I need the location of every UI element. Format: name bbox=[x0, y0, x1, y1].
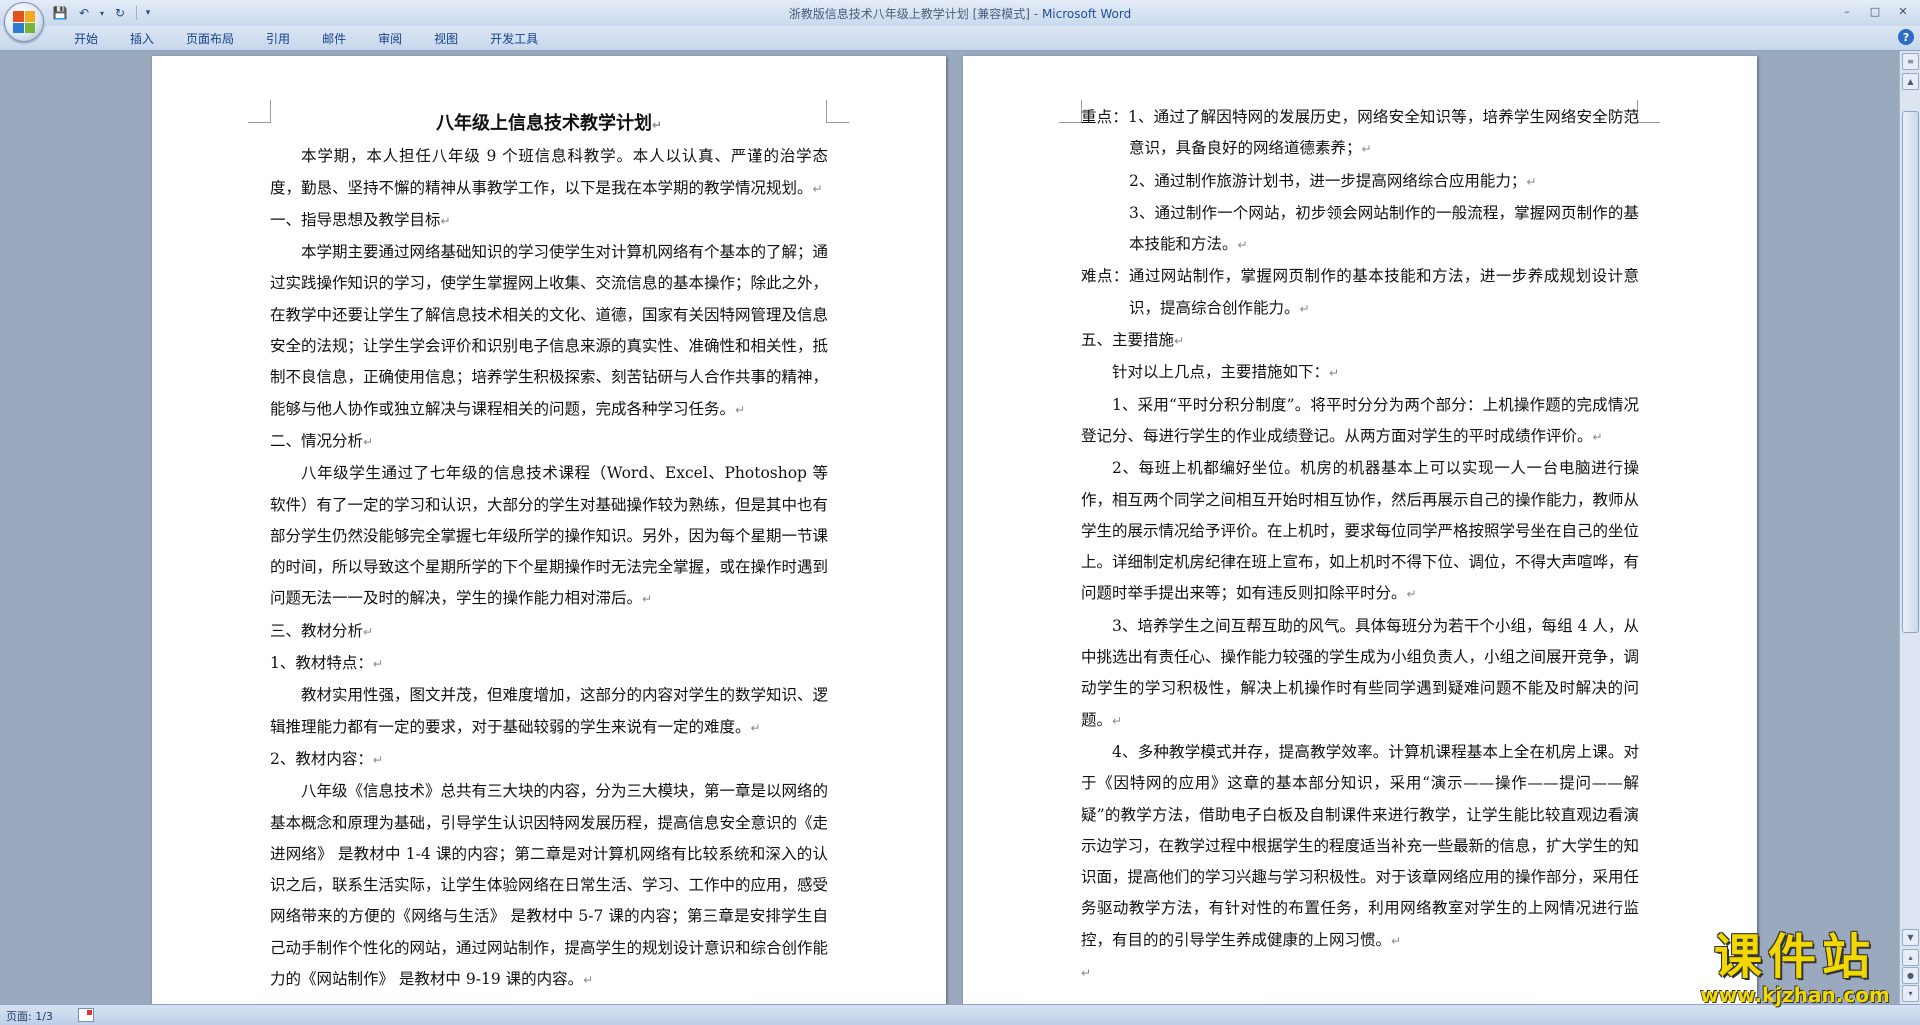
ruler-toggle-icon[interactable]: ≡ bbox=[1902, 53, 1919, 70]
tab-review[interactable]: 审阅 bbox=[362, 29, 418, 50]
ribbon-tabs: 开始 插入 页面布局 引用 邮件 审阅 视图 开发工具 bbox=[58, 29, 554, 50]
page-2[interactable]: 重点：1、通过了解因特网的发展历史，网络安全知识等，培养学生网络安全防范意识，具… bbox=[963, 56, 1757, 1005]
section-3-2-paragraph: 八年级《信息技术》总共有三大块的内容，分为三大模块，第一章是以网络的基本概念和原… bbox=[270, 782, 829, 989]
help-icon[interactable]: ? bbox=[1898, 29, 1914, 45]
intro-paragraph: 本学期，本人担任八年级 9 个班信息科教学。本人以认真、严谨的治学态度，勤恳、坚… bbox=[270, 147, 828, 197]
measures-intro: 针对以上几点，主要措施如下：↵ bbox=[1112, 363, 1340, 382]
crop-mark-top-left bbox=[1059, 100, 1082, 123]
difficulty-point: 难点：通过网站制作，掌握网页制作的基本技能和方法，进一步养成规划设计意识，提高综… bbox=[1081, 267, 1639, 317]
document-heading: 八年级上信息技术教学计划↵ bbox=[435, 113, 663, 134]
measure-3: 3、培养学生之间互帮互助的风气。具体每班分为若干个小组，每组 4 人，从中挑选出… bbox=[1081, 616, 1640, 729]
key-point-2: 2、通过制作旅游计划书，进一步提高网络综合应用能力；↵ bbox=[1129, 171, 1537, 190]
office-logo-icon bbox=[13, 11, 35, 33]
scroll-thumb[interactable] bbox=[1902, 111, 1919, 633]
page-2-text[interactable]: 重点：1、通过了解因特网的发展历史，网络安全知识等，培养学生网络安全防范意识，具… bbox=[1081, 102, 1639, 989]
page-1-text[interactable]: 八年级上信息技术教学计划↵ 本学期，本人担任八年级 9 个班信息科教学。本人以认… bbox=[270, 108, 828, 996]
section-heading-5: 五、主要措施↵ bbox=[1081, 331, 1185, 350]
office-button[interactable] bbox=[4, 2, 44, 42]
page-1[interactable]: 八年级上信息技术教学计划↵ 本学期，本人担任八年级 9 个班信息科教学。本人以认… bbox=[152, 56, 946, 1005]
section-heading-2: 二、情况分析↵ bbox=[270, 431, 374, 450]
section-heading-1: 一、指导思想及教学目标↵ bbox=[270, 210, 451, 229]
window-title: 浙教版信息技术八年级上教学计划 [兼容模式] - Microsoft Word bbox=[0, 5, 1920, 22]
vertical-scrollbar[interactable]: ≡ ▲ ▼ ▴ ● ▾ bbox=[1899, 51, 1920, 1005]
empty-paragraph: ↵ bbox=[1081, 966, 1092, 981]
document-area[interactable]: 八年级上信息技术教学计划↵ 本学期，本人担任八年级 9 个班信息科教学。本人以认… bbox=[0, 51, 1900, 1005]
tab-page-layout[interactable]: 页面布局 bbox=[170, 29, 250, 50]
measure-2: 2、每班上机都编好坐位。机房的机器基本上可以实现一人一台电脑进行操作，相互两个同… bbox=[1081, 459, 1640, 603]
tab-insert[interactable]: 插入 bbox=[114, 29, 170, 50]
close-icon[interactable]: ✕ bbox=[1890, 2, 1916, 20]
tab-view[interactable]: 视图 bbox=[418, 29, 474, 50]
measure-4: 4、多种教学模式并存，提高教学效率。计算机课程基本上全在机房上课。对于《因特网的… bbox=[1081, 742, 1640, 949]
maximize-icon[interactable]: □ bbox=[1862, 2, 1888, 20]
title-bar: 💾 ↶ ▾ ↻ ▾ 浙教版信息技术八年级上教学计划 [兼容模式] - Micro… bbox=[0, 0, 1920, 42]
key-point-1: 重点：1、通过了解因特网的发展历史，网络安全知识等，培养学生网络安全防范意识，具… bbox=[1081, 108, 1639, 158]
section-2-paragraph: 八年级学生通过了七年级的信息技术课程（Word、Excel、Photoshop … bbox=[270, 464, 829, 608]
status-bar: 页面: 1/3 bbox=[0, 1004, 1920, 1025]
measure-1: 1、采用“平时分积分制度”。将平时分分为两个部分：上机操作题的完成情况登记分、每… bbox=[1081, 395, 1639, 445]
crop-mark-top-right bbox=[1637, 100, 1660, 123]
tab-mailings[interactable]: 邮件 bbox=[306, 29, 362, 50]
proofing-icon[interactable] bbox=[78, 1008, 94, 1022]
watermark-url: www.kjzhan.com bbox=[1700, 983, 1890, 1007]
minimize-icon[interactable]: – bbox=[1834, 2, 1860, 20]
watermark-logo: 课件站 www.kjzhan.com bbox=[1680, 931, 1910, 1007]
subheading-3-1: 1、教材特点：↵ bbox=[270, 654, 383, 673]
section-3-1-paragraph: 教材实用性强，图文并茂，但难度增加，这部分的内容对学生的数学知识、逻辑推理能力都… bbox=[270, 686, 829, 736]
section-1-paragraph: 本学期主要通过网络基础知识的学习使学生对计算机网络有个基本的了解；通过实践操作知… bbox=[270, 243, 829, 418]
crop-mark-top-left bbox=[248, 100, 271, 123]
title-separator: - bbox=[1029, 7, 1042, 21]
section-heading-3: 三、教材分析↵ bbox=[270, 621, 374, 640]
scroll-up-icon[interactable]: ▲ bbox=[1902, 73, 1919, 90]
subheading-3-2: 2、教材内容：↵ bbox=[270, 749, 383, 768]
tab-home[interactable]: 开始 bbox=[58, 29, 114, 50]
tab-developer[interactable]: 开发工具 bbox=[474, 29, 554, 50]
ribbon-tab-bar: 开始 插入 页面布局 引用 邮件 审阅 视图 开发工具 ? bbox=[0, 26, 1920, 51]
key-point-3: 3、通过制作一个网站，初步领会网站制作的一般流程，掌握网页制作的基本技能和方法。… bbox=[1129, 203, 1639, 254]
app-name: Microsoft Word bbox=[1041, 7, 1132, 21]
tab-references[interactable]: 引用 bbox=[250, 29, 306, 50]
crop-mark-top-right bbox=[826, 100, 849, 123]
document-title: 浙教版信息技术八年级上教学计划 [兼容模式] bbox=[788, 7, 1030, 21]
page-counter[interactable]: 页面: 1/3 bbox=[6, 1008, 53, 1024]
watermark-name: 课件站 bbox=[1713, 929, 1876, 985]
window-controls: – □ ✕ bbox=[1834, 2, 1916, 20]
